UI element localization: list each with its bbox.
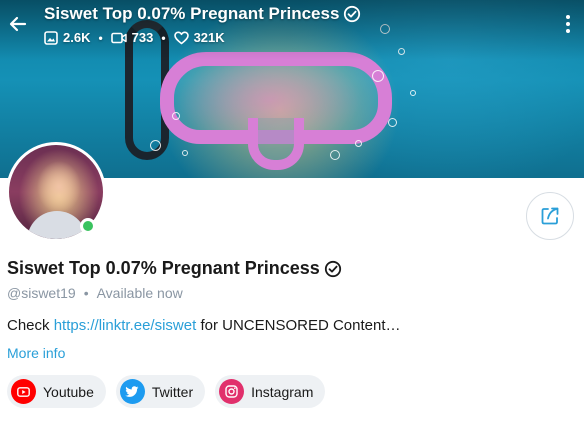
- youtube-label: Youtube: [43, 383, 94, 400]
- bubble: [330, 150, 340, 160]
- header-stats: 2.6K • 733 • 321K: [44, 30, 361, 45]
- youtube-icon: [11, 379, 36, 404]
- bubble: [410, 90, 416, 96]
- twitter-link[interactable]: Twitter: [115, 375, 206, 408]
- bubble: [372, 70, 384, 82]
- more-options-icon[interactable]: [560, 12, 576, 36]
- social-links: Youtube Twitter Instagram: [7, 375, 326, 408]
- bubble: [172, 112, 180, 120]
- image-icon: [44, 30, 58, 45]
- profile-name: Siswet Top 0.07% Pregnant Princess: [7, 258, 320, 278]
- availability-status: Available now: [96, 285, 183, 301]
- bubble: [182, 150, 188, 156]
- photos-stat: 2.6K: [44, 30, 90, 45]
- instagram-label: Instagram: [251, 383, 314, 400]
- bio-prefix: Check: [7, 317, 50, 334]
- meta-separator: •: [83, 285, 89, 301]
- instagram-link[interactable]: Instagram: [215, 375, 326, 408]
- dot: [566, 29, 570, 33]
- bubble: [388, 118, 397, 127]
- dot: [566, 15, 570, 19]
- share-button[interactable]: [526, 192, 574, 240]
- bio-link[interactable]: https://linktr.ee/siswet: [54, 317, 197, 334]
- back-button[interactable]: [6, 12, 30, 36]
- share-icon: [541, 207, 559, 225]
- dot: [566, 22, 570, 26]
- online-status-indicator: [80, 218, 96, 234]
- twitter-icon: [119, 379, 145, 404]
- stat-separator: •: [161, 30, 166, 45]
- stat-separator: •: [98, 30, 103, 45]
- photos-count: 2.6K: [63, 30, 91, 45]
- header-title: Siswet Top 0.07% Pregnant Princess: [44, 4, 340, 23]
- avatar-shirt-shape: [27, 211, 87, 239]
- video-icon: [110, 32, 127, 43]
- header-title-block: Siswet Top 0.07% Pregnant Princess 2.6K …: [44, 4, 361, 45]
- instagram-icon: [219, 379, 245, 404]
- profile-name-row: Siswet Top 0.07% Pregnant Princess: [7, 258, 342, 279]
- bubble: [355, 140, 362, 147]
- heart-icon: [173, 31, 189, 44]
- more-info-link[interactable]: More info: [7, 345, 65, 361]
- username: @siswet19: [7, 285, 76, 301]
- videos-stat: 733: [110, 30, 154, 45]
- bio-text: Check https://linktr.ee/siswet for UNCEN…: [7, 317, 401, 334]
- profile-meta: @siswet19 • Available now: [7, 285, 183, 301]
- arrow-left-icon: [9, 16, 27, 32]
- likes-stat: 321K: [173, 30, 225, 45]
- bubble: [150, 140, 161, 151]
- likes-count: 321K: [193, 30, 225, 45]
- twitter-label: Twitter: [151, 383, 194, 400]
- youtube-link[interactable]: Youtube: [7, 375, 106, 408]
- verified-badge-icon: [344, 5, 361, 23]
- verified-badge-icon: [324, 260, 341, 277]
- diving-mask-nose-shape: [248, 118, 304, 170]
- bio-suffix: for UNCENSORED Content…: [200, 317, 401, 334]
- videos-count: 733: [131, 30, 154, 45]
